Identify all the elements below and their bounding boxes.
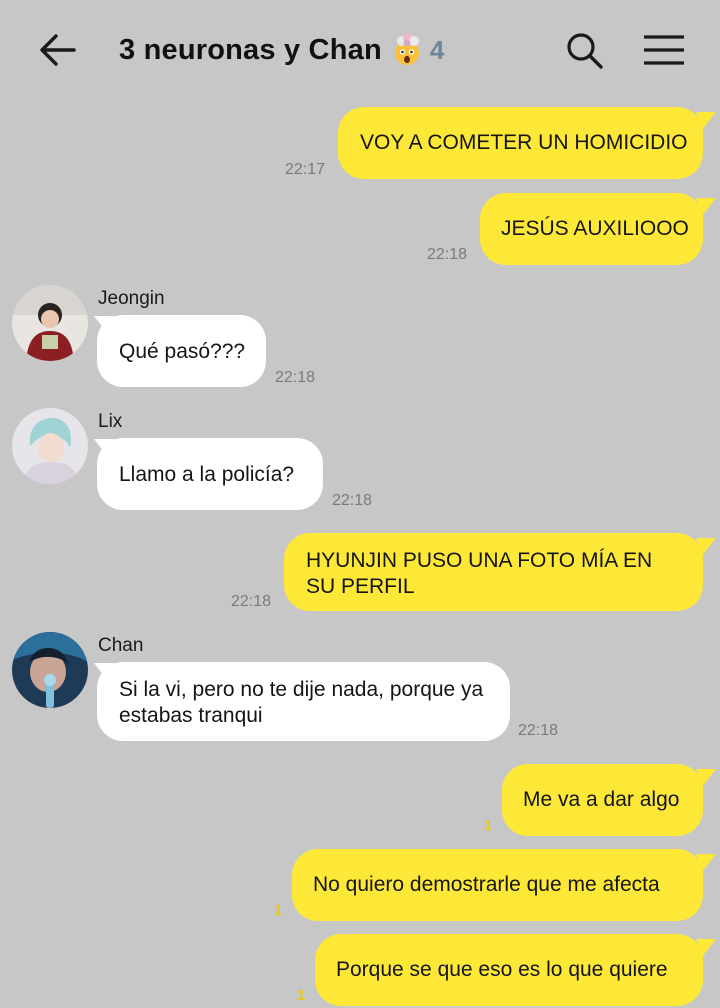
message-time: 22:17: [285, 161, 326, 178]
search-icon[interactable]: [564, 30, 604, 70]
message-text: Me va a dar algo: [523, 788, 680, 811]
chat-title-area[interactable]: 3 neuronas y Chan 4: [119, 30, 444, 70]
sender-name: Lix: [98, 411, 123, 432]
message-time: 22:18: [275, 369, 316, 386]
message-text: JESÚS AUXILIOOO: [501, 217, 689, 240]
message-text: Qué pasó???: [119, 340, 246, 363]
avatar-jeongin[interactable]: [12, 285, 88, 361]
unread-count: 1: [297, 987, 306, 1004]
message-text: Porque se que eso es lo que quiere: [336, 958, 668, 981]
arrow-left-icon[interactable]: [36, 28, 80, 72]
message-text: HYUNJIN PUSO UNA FOTO MÍA EN SU PERFIL: [306, 549, 653, 598]
message-bubble-sent[interactable]: HYUNJIN PUSO UNA FOTO MÍA EN SU PERFIL: [284, 533, 703, 611]
bubble-tail: [696, 939, 716, 957]
bubble-tail: [696, 538, 716, 556]
hamburger-menu-icon[interactable]: [642, 34, 686, 66]
message-time: 22:18: [231, 593, 272, 610]
chat-header: 3 neuronas y Chan 4: [0, 0, 720, 100]
chat-title: 3 neuronas y Chan: [119, 33, 382, 66]
message-bubble-sent[interactable]: Porque se que eso es lo que quiere: [315, 934, 703, 1006]
message-bubble-sent[interactable]: No quiero demostrarle que me afecta: [292, 849, 703, 921]
avatar-chan[interactable]: [12, 632, 88, 708]
message-time: 22:18: [427, 246, 468, 263]
bubble-tail: [696, 112, 716, 130]
unread-count: 1: [274, 902, 283, 919]
bubble-tail: [696, 854, 716, 872]
member-count: 4: [429, 34, 445, 65]
exploding-head-emoji: [394, 33, 419, 65]
message-text: Llamo a la policía?: [119, 463, 295, 486]
message-text: No quiero demostrarle que me afecta: [313, 873, 660, 896]
sender-name: Chan: [98, 635, 144, 656]
bubble-tail: [696, 769, 716, 787]
message-time: 22:18: [332, 492, 373, 509]
message-text: VOY A COMETER UN HOMICIDIO: [360, 131, 688, 154]
sender-name: Jeongin: [98, 288, 165, 309]
profile-photo: [12, 632, 88, 708]
message-time: 22:18: [518, 722, 559, 739]
message-bubble-sent[interactable]: JESÚS AUXILIOOO: [480, 193, 703, 265]
message-bubble-received[interactable]: Qué pasó???: [97, 315, 266, 387]
avatar-lix[interactable]: [12, 408, 88, 484]
message-bubble-sent[interactable]: VOY A COMETER UN HOMICIDIO: [338, 107, 703, 179]
profile-photo: [12, 285, 88, 361]
message-bubble-received[interactable]: Llamo a la policía?: [97, 438, 323, 510]
profile-photo: [12, 408, 88, 484]
message-bubble-received[interactable]: Si la vi, pero no te dije nada, porque y…: [97, 662, 510, 741]
message-bubble-sent[interactable]: Me va a dar algo: [502, 764, 703, 836]
message-text: Si la vi, pero no te dije nada, porque y…: [119, 678, 484, 727]
bubble-tail: [696, 198, 716, 216]
unread-count: 1: [484, 817, 493, 834]
